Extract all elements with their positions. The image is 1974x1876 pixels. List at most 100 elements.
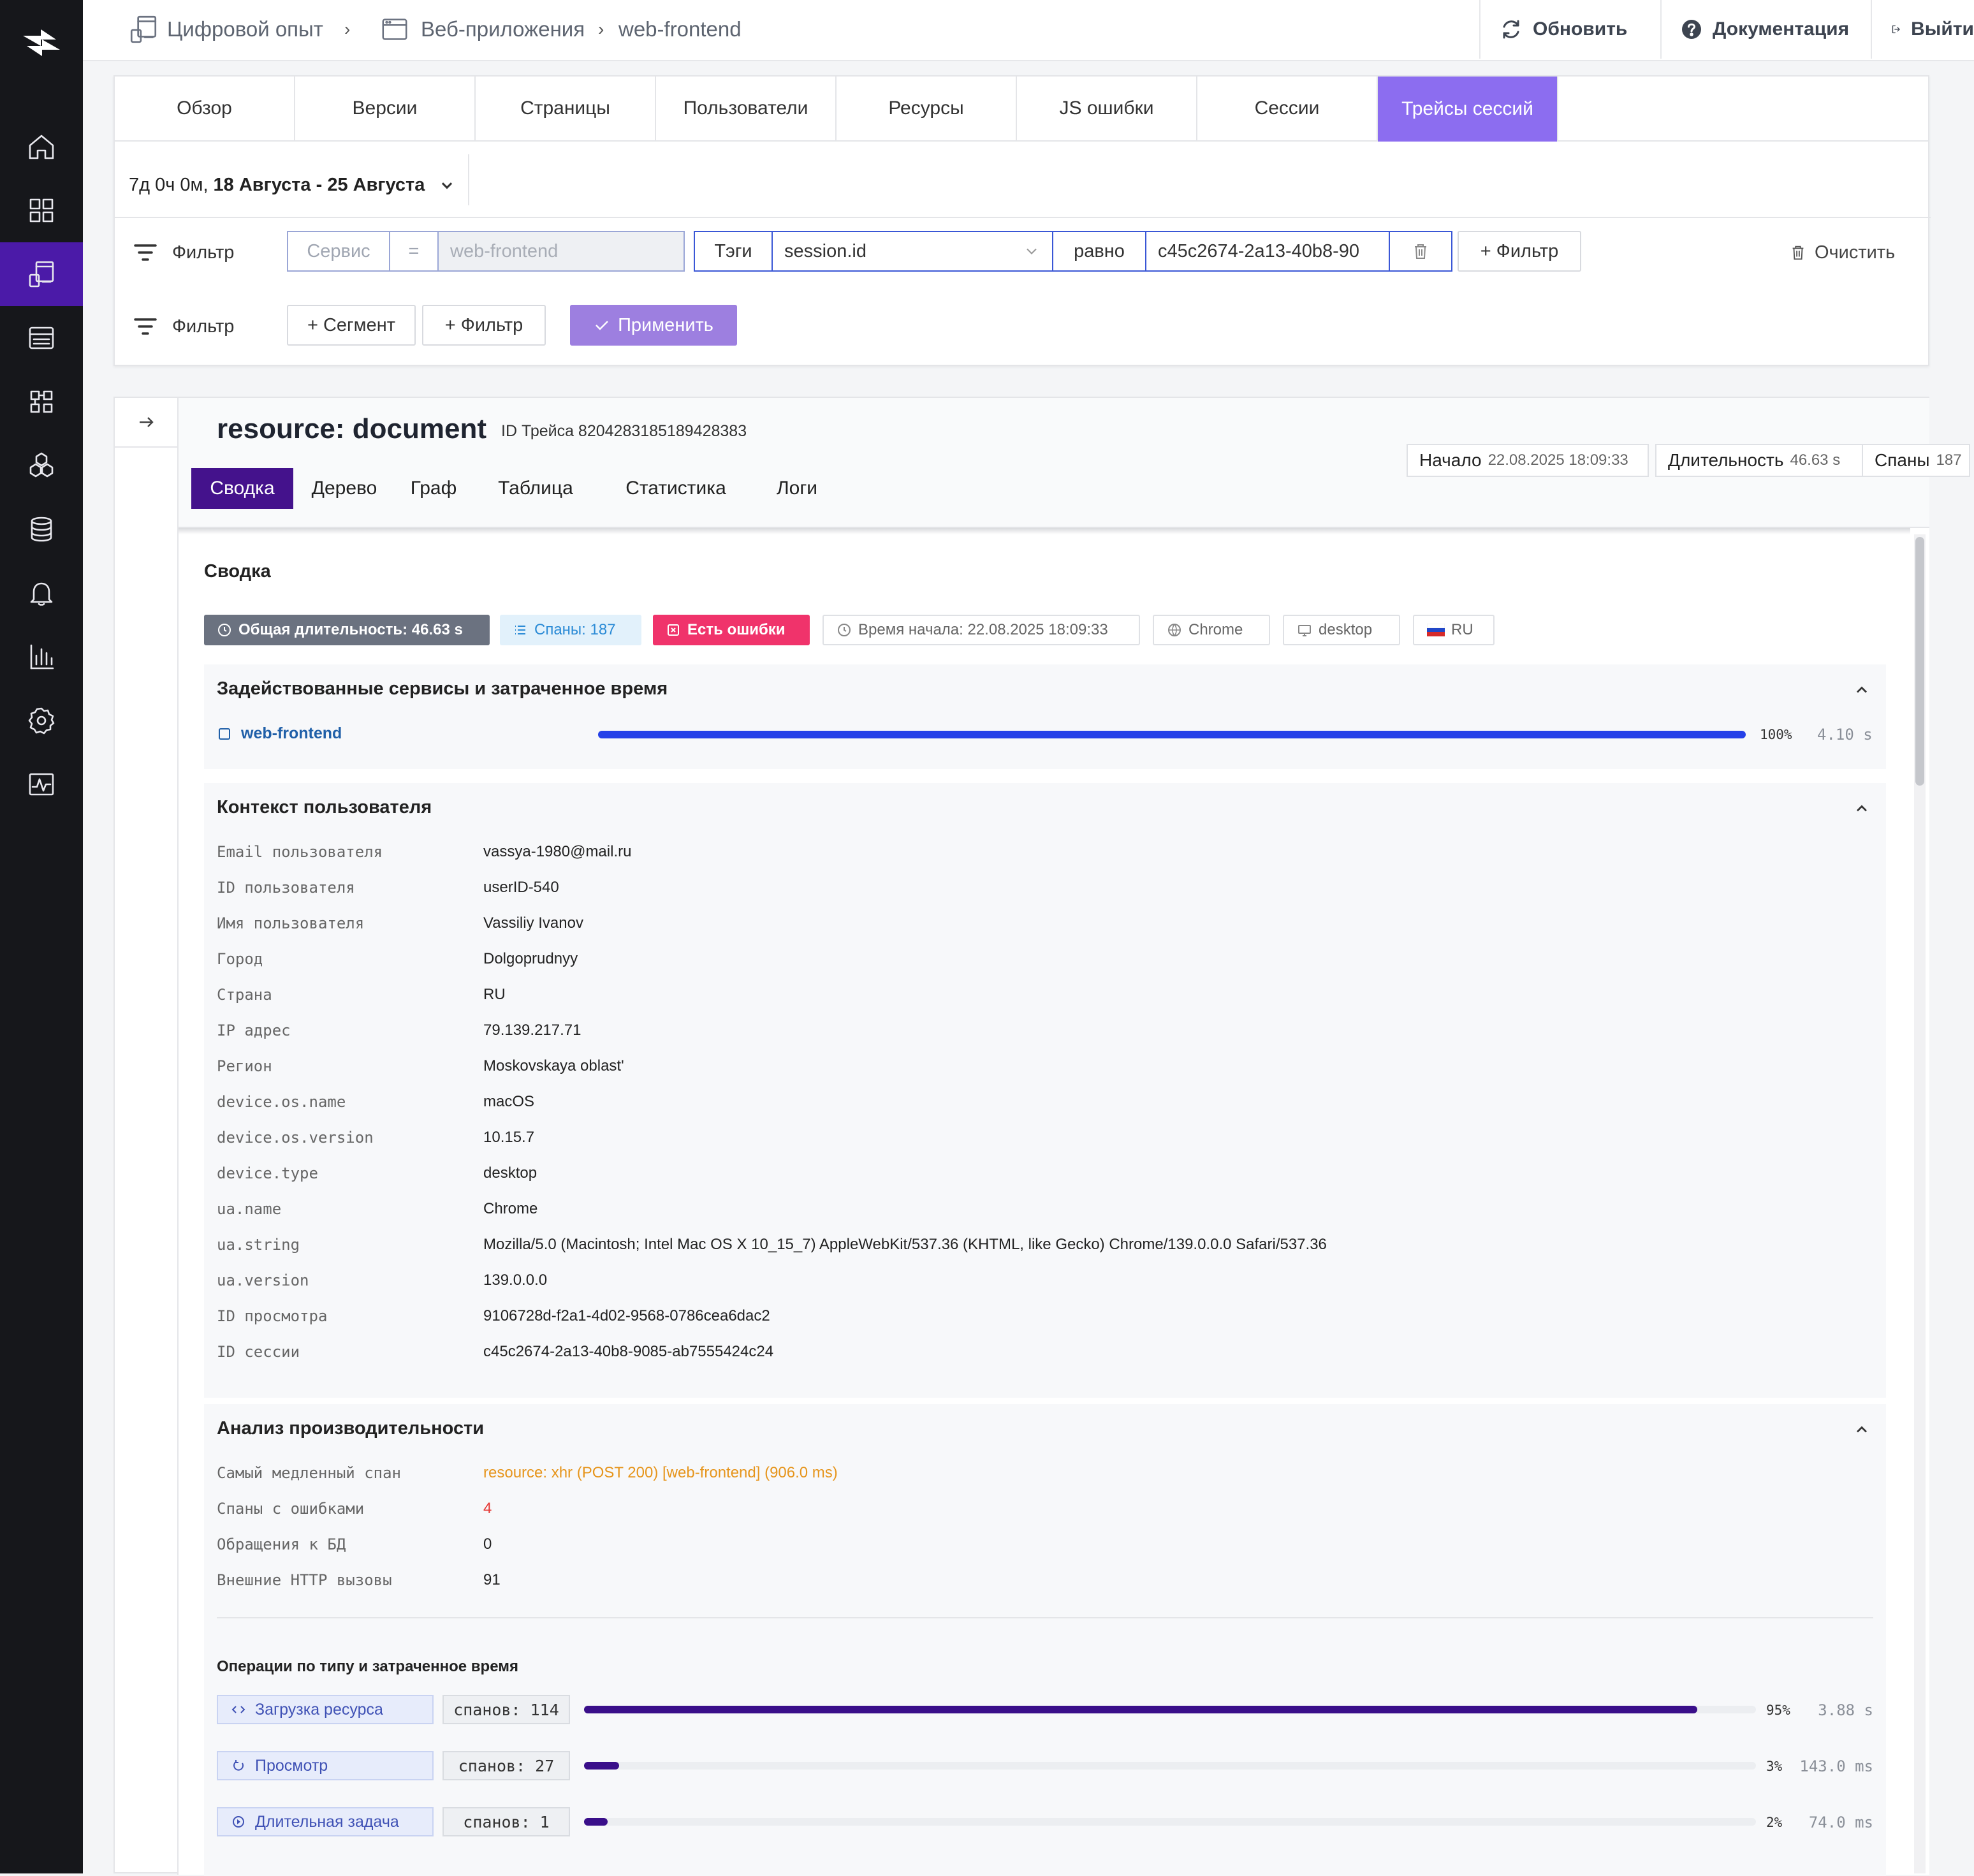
badge-label: RU (1451, 621, 1473, 638)
nav-modules-icon[interactable] (0, 370, 83, 434)
tab-js-errors[interactable]: JS ошибки (1017, 77, 1197, 142)
device-badge: desktop (1283, 615, 1400, 645)
filter-icon (134, 318, 157, 335)
logo-icon[interactable] (19, 20, 64, 65)
services-title: Задействованные сервисы и затраченное вр… (217, 678, 668, 699)
operation-percent: 2% (1766, 1815, 1783, 1830)
scrollbar-thumb[interactable] (1915, 537, 1924, 786)
logout-button[interactable]: Выйти (1871, 0, 1974, 59)
badge-label: Спаны: 187 (534, 621, 616, 638)
breadcrumb-web-apps[interactable]: Веб-приложения (380, 0, 585, 59)
equals-operator[interactable]: равно (1053, 232, 1146, 270)
nav-bell-icon[interactable] (0, 561, 83, 625)
date-range-value: 18 Августа - 25 Августа (213, 174, 425, 195)
nav-home-icon[interactable] (0, 115, 83, 179)
tag-value-input[interactable]: c45c2674-2a13-40b8-90 (1146, 232, 1390, 270)
chevron-down-icon (442, 182, 453, 189)
filter-label: Фильтр (172, 316, 235, 337)
service-percent: 100% (1760, 727, 1792, 742)
expand-panel-button[interactable] (115, 398, 177, 448)
tab-sessions[interactable]: Сессии (1197, 77, 1378, 142)
summary-title: Сводка (204, 561, 271, 582)
tab-overview[interactable]: Обзор (115, 77, 295, 142)
tab-session-traces[interactable]: Трейсы сессий (1378, 77, 1558, 142)
documentation-button[interactable]: Документация (1660, 0, 1871, 59)
chevron-up-icon (1857, 1426, 1867, 1433)
subtab-summary[interactable]: Сводка (191, 468, 293, 509)
operation-time: 143.0 ms (1799, 1757, 1873, 1775)
clear-button[interactable]: Очистить (1789, 232, 1895, 273)
slowest-span-link[interactable]: resource: xhr (POST 200) [web-frontend] … (483, 1464, 838, 1482)
collapse-button[interactable] (1853, 681, 1871, 702)
code-brackets-icon (231, 1706, 245, 1713)
errors-badge: Есть ошибки (653, 615, 810, 645)
operation-type-tag[interactable]: Просмотр (217, 1751, 434, 1780)
user-context-value: 10.15.7 (483, 1129, 535, 1146)
breadcrumb-digital-experience[interactable]: Цифровой опыт (128, 0, 323, 59)
nav-digital-experience-icon[interactable] (0, 242, 83, 306)
user-context-value: desktop (483, 1164, 537, 1182)
nav-dashboard-grid-icon[interactable] (0, 179, 83, 242)
apply-button[interactable]: Применить (570, 305, 737, 346)
perf-value: 91 (483, 1571, 501, 1588)
error-spans-count: 4 (483, 1500, 492, 1517)
user-context-value: userID-540 (483, 879, 559, 896)
user-context-key: ua.name (217, 1200, 282, 1218)
scrollbar[interactable] (1914, 534, 1926, 1873)
operation-type-tag[interactable]: Длительная задача (217, 1807, 434, 1836)
clock-icon (838, 624, 851, 636)
nav-bar-chart-icon[interactable] (0, 625, 83, 689)
trace-start-stat: Начало 22.08.2025 18:09:33 (1407, 444, 1649, 477)
refresh-button[interactable]: Обновить (1479, 0, 1660, 59)
subtab-graph[interactable]: Граф (395, 468, 472, 509)
filter-icon (134, 244, 157, 261)
tab-users[interactable]: Пользователи (656, 77, 837, 142)
operation-type-tag[interactable]: Загрузка ресурса (217, 1695, 434, 1724)
user-context-key: Город (217, 950, 263, 968)
nav-database-icon[interactable] (0, 497, 83, 561)
filter-row-2-label: Фильтр (133, 306, 234, 347)
add-filter-button[interactable]: + Фильтр (1458, 231, 1581, 272)
subtab-tree[interactable]: Дерево (300, 468, 389, 509)
tab-pages[interactable]: Страницы (476, 77, 656, 142)
nav-logs-list-icon[interactable] (0, 306, 83, 370)
add-filter-button-2[interactable]: + Фильтр (422, 305, 546, 346)
user-context-key: ID пользователя (217, 879, 355, 897)
service-bar-track (598, 731, 1746, 738)
nav-settings-gear-icon[interactable] (0, 689, 83, 752)
delete-filter-button[interactable] (1390, 232, 1451, 270)
subtab-table[interactable]: Таблица (478, 468, 593, 509)
operation-span-count: спанов: 114 (442, 1695, 570, 1724)
add-segment-button[interactable]: + Сегмент (287, 305, 416, 346)
operation-percent: 95% (1766, 1703, 1790, 1718)
user-context-key: device.type (217, 1164, 318, 1182)
service-link[interactable]: web-frontend (217, 724, 342, 743)
operation-bar-fill (584, 1818, 608, 1826)
operation-name: Просмотр (255, 1756, 328, 1775)
user-context-value: 139.0.0.0 (483, 1271, 548, 1289)
tab-versions[interactable]: Версии (295, 77, 476, 142)
trace-spans-stat: Спаны 187 (1862, 444, 1970, 477)
collapse-button[interactable] (1853, 1421, 1871, 1442)
breadcrumb-label: web-frontend (618, 17, 742, 41)
date-range-picker[interactable]: 7д 0ч 0м, 18 Августа - 25 Августа (129, 159, 458, 210)
filter-card: Обзор Версии Страницы Пользователи Ресур… (113, 75, 1931, 366)
user-context-value: Dolgoprudnyy (483, 950, 578, 967)
user-context-key: ID сессии (217, 1343, 300, 1361)
chevron-up-icon (1857, 686, 1867, 693)
nav-monitoring-pulse-icon[interactable] (0, 752, 83, 816)
tag-key-select[interactable]: session.id (773, 232, 1053, 270)
service-field[interactable]: Сервис (288, 232, 390, 270)
user-context-panel: Контекст пользователя Email пользователя… (204, 783, 1886, 1398)
subtab-logs[interactable]: Логи (759, 468, 835, 509)
trace-card: resource: document ID Трейса 82042831851… (113, 397, 1970, 1876)
nav-hexagons-icon[interactable] (0, 434, 83, 497)
subtab-statistics[interactable]: Статистика (599, 468, 752, 509)
country-badge: RU (1413, 615, 1495, 645)
tab-resources[interactable]: Ресурсы (837, 77, 1017, 142)
breadcrumb-current: web-frontend (618, 0, 742, 59)
operator-field[interactable]: = (390, 232, 439, 270)
badge-label: desktop (1319, 621, 1373, 638)
collapse-button[interactable] (1853, 800, 1871, 821)
service-value-field[interactable]: web-frontend (439, 232, 684, 270)
